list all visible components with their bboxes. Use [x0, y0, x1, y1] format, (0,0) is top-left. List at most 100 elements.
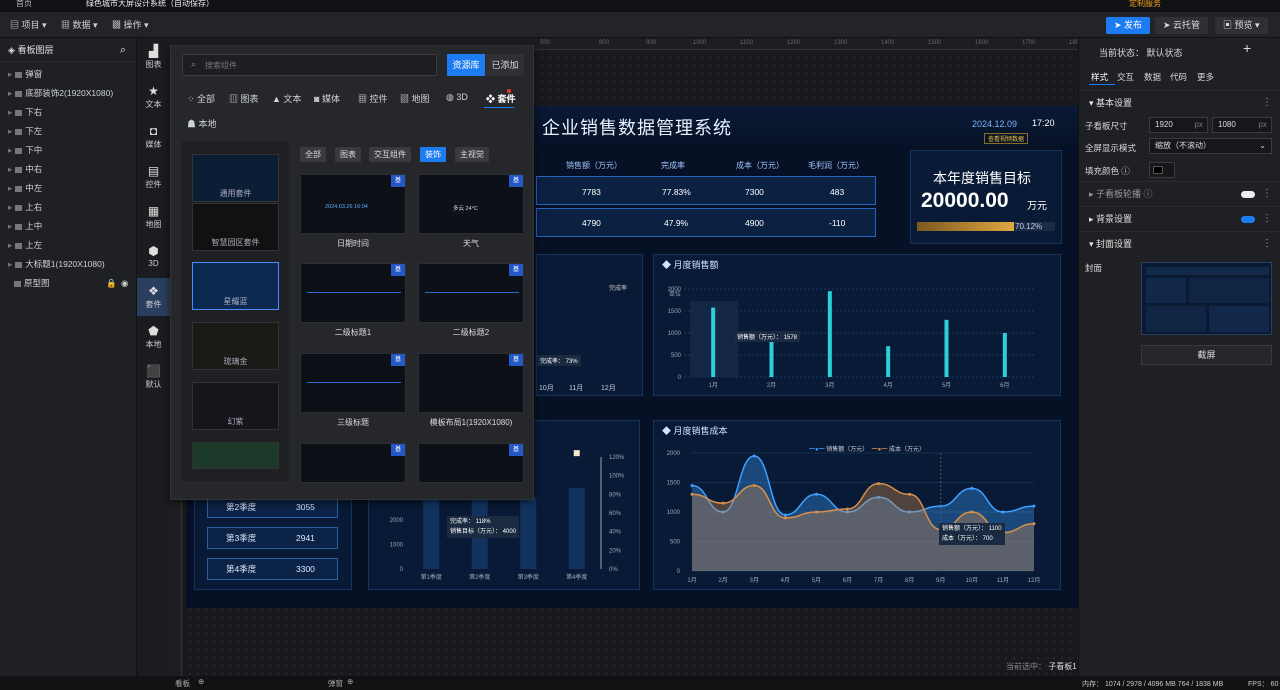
subtab-4[interactable]: 主视觉	[455, 147, 489, 162]
publish-button[interactable]: ➤ 发布	[1106, 17, 1151, 34]
search-input[interactable]: ⌕ 搜索组件	[182, 54, 437, 76]
iconbar-text[interactable]: ★ 文本	[137, 78, 170, 116]
subtab-3[interactable]: 装饰	[420, 147, 446, 162]
more-icon[interactable]: ⋮	[1262, 91, 1272, 115]
expand-arrow-icon[interactable]: ▸	[8, 145, 12, 155]
section-background[interactable]: ▸ 背景设置 ⋮	[1079, 206, 1280, 230]
subtab-1[interactable]: 图表	[335, 147, 361, 162]
category-0[interactable]: ⁘ 全部	[187, 92, 215, 105]
layer-item[interactable]: ▸ 中右	[0, 160, 136, 179]
iconbar-cube[interactable]: ⬢ 3D	[137, 238, 170, 276]
ops-menu[interactable]: ▩ 操作 ▾	[112, 17, 149, 33]
kit-thumbnail[interactable]: 幻紫	[192, 382, 279, 430]
tab-library[interactable]: 资源库	[447, 54, 485, 76]
quarter-row[interactable]: 第4季度 3300	[207, 558, 338, 580]
category-2[interactable]: ▲ 文本	[272, 92, 301, 105]
section-cover[interactable]: ▾ 封面设置 ⋮	[1079, 231, 1280, 255]
screenshot-button[interactable]: 截屏	[1141, 345, 1272, 365]
fullscreen-select[interactable]: 缩放（不滚动） ⌄	[1149, 138, 1272, 154]
popup-tab[interactable]: 弹窗	[328, 678, 343, 689]
expand-arrow-icon[interactable]: ▸	[8, 202, 12, 212]
layer-item[interactable]: ▸ 大标题1(1920X1080)	[0, 255, 136, 274]
quarter-row[interactable]: 第3季度 2941	[207, 527, 338, 549]
eye-icon[interactable]: ◉	[121, 274, 128, 293]
tab-1[interactable]: 交互	[1117, 71, 1134, 83]
more-icon[interactable]: ⋮	[1262, 182, 1272, 206]
expand-arrow-icon[interactable]: ▸	[8, 164, 12, 174]
kit-thumbnail[interactable]: 通用套件	[192, 154, 279, 202]
component-card[interactable]: 基	[300, 263, 406, 323]
tab-3[interactable]: 代码	[1170, 71, 1187, 83]
width-field[interactable]: 1920 px	[1149, 117, 1208, 133]
tab-2[interactable]: 数据	[1144, 71, 1161, 83]
category-6[interactable]: ◍ 3D	[446, 92, 468, 103]
expand-arrow-icon[interactable]: ▸	[8, 126, 12, 136]
layer-item[interactable]: ▸ 上右	[0, 198, 136, 217]
tab-home[interactable]: 首页	[10, 0, 38, 12]
layer-item[interactable]: ▸ 下中	[0, 141, 136, 160]
section-basic[interactable]: ▾ 基本设置 ⋮	[1079, 90, 1280, 114]
expand-arrow-icon[interactable]: ▸	[8, 221, 12, 231]
project-menu[interactable]: ▤ 项目 ▾	[10, 17, 47, 33]
component-card[interactable]: 基	[418, 353, 524, 413]
layer-item[interactable]: ▸ 上左	[0, 236, 136, 255]
fill-color-picker[interactable]	[1149, 162, 1175, 178]
subtab-2[interactable]: 交互组件	[369, 147, 411, 162]
layer-item[interactable]: ▸ 上中	[0, 217, 136, 236]
expand-arrow-icon[interactable]: ▸	[8, 69, 12, 79]
category-7[interactable]: ❖ 套件	[486, 92, 516, 105]
layer-item[interactable]: 原型图 🔒 ◉	[0, 274, 136, 293]
layer-item[interactable]: ▸ 中左	[0, 179, 136, 198]
layer-item[interactable]: ▸ 弹窗	[0, 65, 136, 84]
kit-thumbnail[interactable]	[192, 442, 279, 469]
add-board-icon[interactable]: ⊕	[198, 677, 204, 686]
more-icon[interactable]: ⋮	[1262, 207, 1272, 231]
subtab-0[interactable]: 全部	[300, 147, 326, 162]
lock-icon[interactable]: 🔒	[106, 274, 117, 293]
iconbar-local[interactable]: ⬟ 本地	[137, 318, 170, 356]
preview-button[interactable]: ▣ 预览 ▾	[1215, 17, 1268, 34]
cloud-host-button[interactable]: ➤ 云托管	[1155, 17, 1209, 34]
expand-arrow-icon[interactable]: ▸	[8, 183, 12, 193]
iconbar-default[interactable]: ⬛ 默认	[137, 358, 170, 396]
iconbar-chart[interactable]: ▟ 图表	[137, 38, 170, 76]
iconbar-kit[interactable]: ❖ 套件	[137, 278, 170, 316]
category-3[interactable]: ◙ 媒体	[314, 92, 340, 105]
kit-thumbnail[interactable]: 智慧园区套件	[192, 203, 279, 251]
component-card[interactable]: 基多云 24°C	[418, 174, 524, 234]
add-popup-icon[interactable]: ⊕	[347, 677, 353, 686]
category-4[interactable]: ▦ 控件	[358, 92, 388, 105]
component-card[interactable]: 基	[300, 443, 406, 483]
expand-arrow-icon[interactable]: ▸	[8, 107, 12, 117]
component-card[interactable]: 基 2024.03.26 16:04	[300, 174, 406, 234]
iconbar-media[interactable]: ◘ 媒体	[137, 118, 170, 156]
layer-item[interactable]: ▸ 底部装饰2(1920X1080)	[0, 84, 136, 103]
background-toggle[interactable]	[1241, 216, 1255, 223]
iconbar-map[interactable]: ▦ 地图	[137, 198, 170, 236]
layer-item[interactable]: ▸ 下左	[0, 122, 136, 141]
tab-0[interactable]: 样式	[1091, 71, 1108, 83]
carousel-toggle[interactable]	[1241, 191, 1255, 198]
component-card[interactable]: 基	[300, 353, 406, 413]
section-carousel[interactable]: ▸ 子看板轮播 ⓘ ⋮	[1079, 181, 1280, 205]
expand-arrow-icon[interactable]: ▸	[8, 259, 12, 269]
height-field[interactable]: 1080 px	[1212, 117, 1272, 133]
tab-project[interactable]: 绿色城市大屏设计系统（自动保存）	[80, 0, 220, 12]
component-card[interactable]: 基	[418, 263, 524, 323]
tab-added[interactable]: 已添加	[486, 54, 524, 76]
tab-4[interactable]: 更多	[1197, 71, 1214, 83]
data-menu[interactable]: ▦ 数据 ▾	[61, 17, 98, 33]
layer-item[interactable]: ▸ 下右	[0, 103, 136, 122]
iconbar-control[interactable]: ▤ 控件	[137, 158, 170, 196]
kit-thumbnail[interactable]: 星耀蓝	[192, 262, 279, 310]
category-1[interactable]: ▥ 图表	[229, 92, 259, 105]
search-icon[interactable]: ⌕	[120, 38, 126, 62]
add-state-icon[interactable]: +	[1243, 40, 1251, 56]
expand-arrow-icon[interactable]: ▸	[8, 88, 12, 98]
category-local[interactable]: ☗ 本地	[187, 117, 217, 130]
category-5[interactable]: ▨ 地图	[400, 92, 430, 105]
custom-service-link[interactable]: 定制服务	[1123, 0, 1167, 12]
component-card[interactable]: 基	[418, 443, 524, 483]
more-icon[interactable]: ⋮	[1262, 232, 1272, 256]
board-tab[interactable]: 看板	[175, 678, 190, 689]
